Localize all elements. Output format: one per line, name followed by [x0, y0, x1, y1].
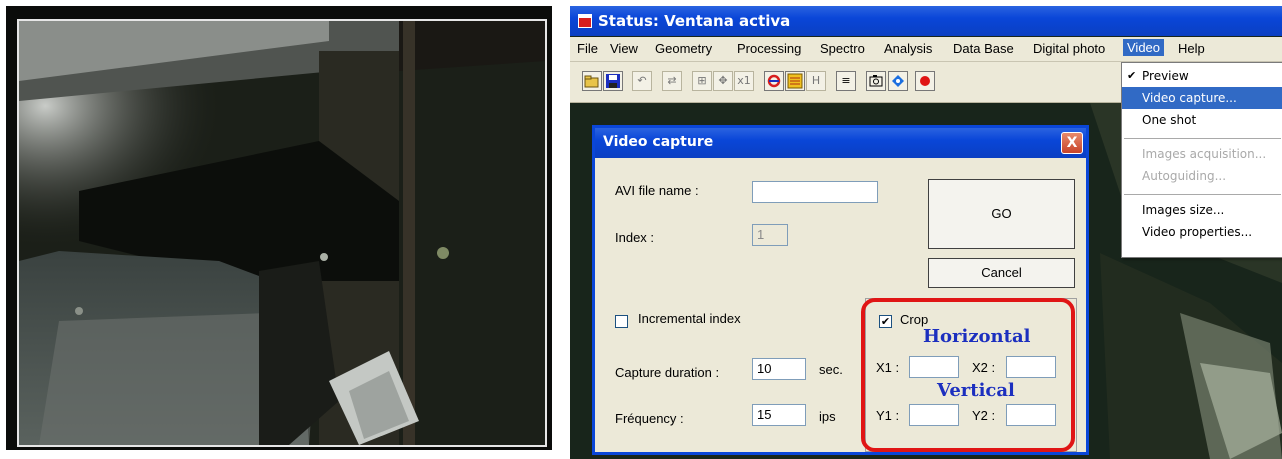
- menu-item-one-shot[interactable]: One shot: [1122, 109, 1282, 131]
- menu-geometry[interactable]: Geometry: [655, 41, 712, 56]
- menu-item-label: Preview: [1142, 69, 1189, 83]
- menu-item-images-size[interactable]: Images size...: [1122, 199, 1282, 221]
- index-input[interactable]: 1: [752, 224, 788, 246]
- index-label: Index :: [615, 230, 655, 245]
- menu-video[interactable]: Video: [1123, 39, 1165, 56]
- crop-highlight-outline: [861, 298, 1075, 452]
- camera-icon[interactable]: [866, 71, 886, 91]
- menu-separator: [1124, 138, 1281, 139]
- frequency-unit: ips: [819, 409, 836, 424]
- palette-icon[interactable]: ≡: [836, 71, 856, 91]
- duration-unit: sec.: [819, 362, 843, 377]
- menu-file[interactable]: File: [577, 41, 598, 56]
- menu-item-label: Images size...: [1142, 203, 1225, 217]
- menu-item-video-capture[interactable]: Video capture...: [1122, 87, 1282, 109]
- frequency-label: Fréquency :: [615, 411, 684, 426]
- webcam-frame: [6, 6, 552, 450]
- menu-item-label: One shot: [1142, 113, 1197, 127]
- capture-duration-input[interactable]: 10: [752, 358, 806, 380]
- menu-help[interactable]: Help: [1178, 41, 1205, 56]
- menu-item-label: Autoguiding...: [1142, 169, 1227, 183]
- menu-data-base[interactable]: Data Base: [953, 41, 1014, 56]
- save-icon[interactable]: [603, 71, 623, 91]
- blue-target-icon[interactable]: [888, 71, 908, 91]
- check-icon: ✔: [1127, 69, 1137, 82]
- app-icon: [578, 14, 592, 28]
- webcam-image: [17, 19, 547, 447]
- window-titlebar: Status: Ventana activa: [570, 6, 1282, 36]
- menu-spectro[interactable]: Spectro: [820, 41, 865, 56]
- video-dropdown-menu: ✔ Preview Video capture... One shot Imag…: [1121, 62, 1282, 258]
- menu-separator: [1124, 194, 1281, 195]
- frequency-input[interactable]: 15: [752, 404, 806, 426]
- video-capture-dialog: Video capture X AVI file name : Index : …: [592, 125, 1089, 455]
- red-dot-icon[interactable]: [915, 71, 935, 91]
- window-title: Status: Ventana activa: [598, 12, 791, 30]
- capture-duration-label: Capture duration :: [615, 365, 720, 380]
- menu-item-video-properties[interactable]: Video properties...: [1122, 221, 1282, 243]
- histogram-icon[interactable]: H: [806, 71, 826, 91]
- menu-item-label: Video properties...: [1142, 225, 1253, 239]
- menu-processing[interactable]: Processing: [737, 41, 801, 56]
- avi-file-label: AVI file name :: [615, 183, 699, 198]
- incremental-index-checkbox[interactable]: [615, 315, 628, 328]
- zoom-x1-icon[interactable]: x1: [734, 71, 754, 91]
- dialog-titlebar: Video capture X: [595, 128, 1086, 158]
- menubar: File View Geometry Processing Spectro An…: [570, 37, 1282, 62]
- go-button[interactable]: GO: [928, 179, 1075, 249]
- menu-item-label: Images acquisition...: [1142, 147, 1267, 161]
- menu-item-label: Video capture...: [1142, 91, 1237, 105]
- menu-digital-photo[interactable]: Digital photo: [1033, 41, 1105, 56]
- menu-analysis[interactable]: Analysis: [884, 41, 932, 56]
- incremental-index-label: Incremental index: [638, 311, 741, 326]
- adjust-icon[interactable]: ⇄: [662, 71, 682, 91]
- webcam-scene: [19, 21, 545, 445]
- dialog-title: Video capture: [603, 134, 714, 150]
- menu-item-images-acquisition: Images acquisition...: [1122, 143, 1282, 165]
- undo-icon[interactable]: ↶: [632, 71, 652, 91]
- menu-item-preview[interactable]: ✔ Preview: [1122, 65, 1282, 87]
- menu-item-autoguiding: Autoguiding...: [1122, 165, 1282, 187]
- zoom-move-icon[interactable]: ✥: [713, 71, 733, 91]
- app-window: Status: Ventana activa File View Geometr…: [570, 6, 1282, 459]
- menu-view[interactable]: View: [610, 41, 638, 56]
- cancel-button[interactable]: Cancel: [928, 258, 1075, 288]
- refresh-icon[interactable]: [764, 71, 784, 91]
- open-icon[interactable]: [582, 71, 602, 91]
- list-icon[interactable]: [785, 71, 805, 91]
- avi-file-input[interactable]: [752, 181, 878, 203]
- zoom-fit-icon[interactable]: ⊞: [692, 71, 712, 91]
- close-button[interactable]: X: [1061, 132, 1083, 154]
